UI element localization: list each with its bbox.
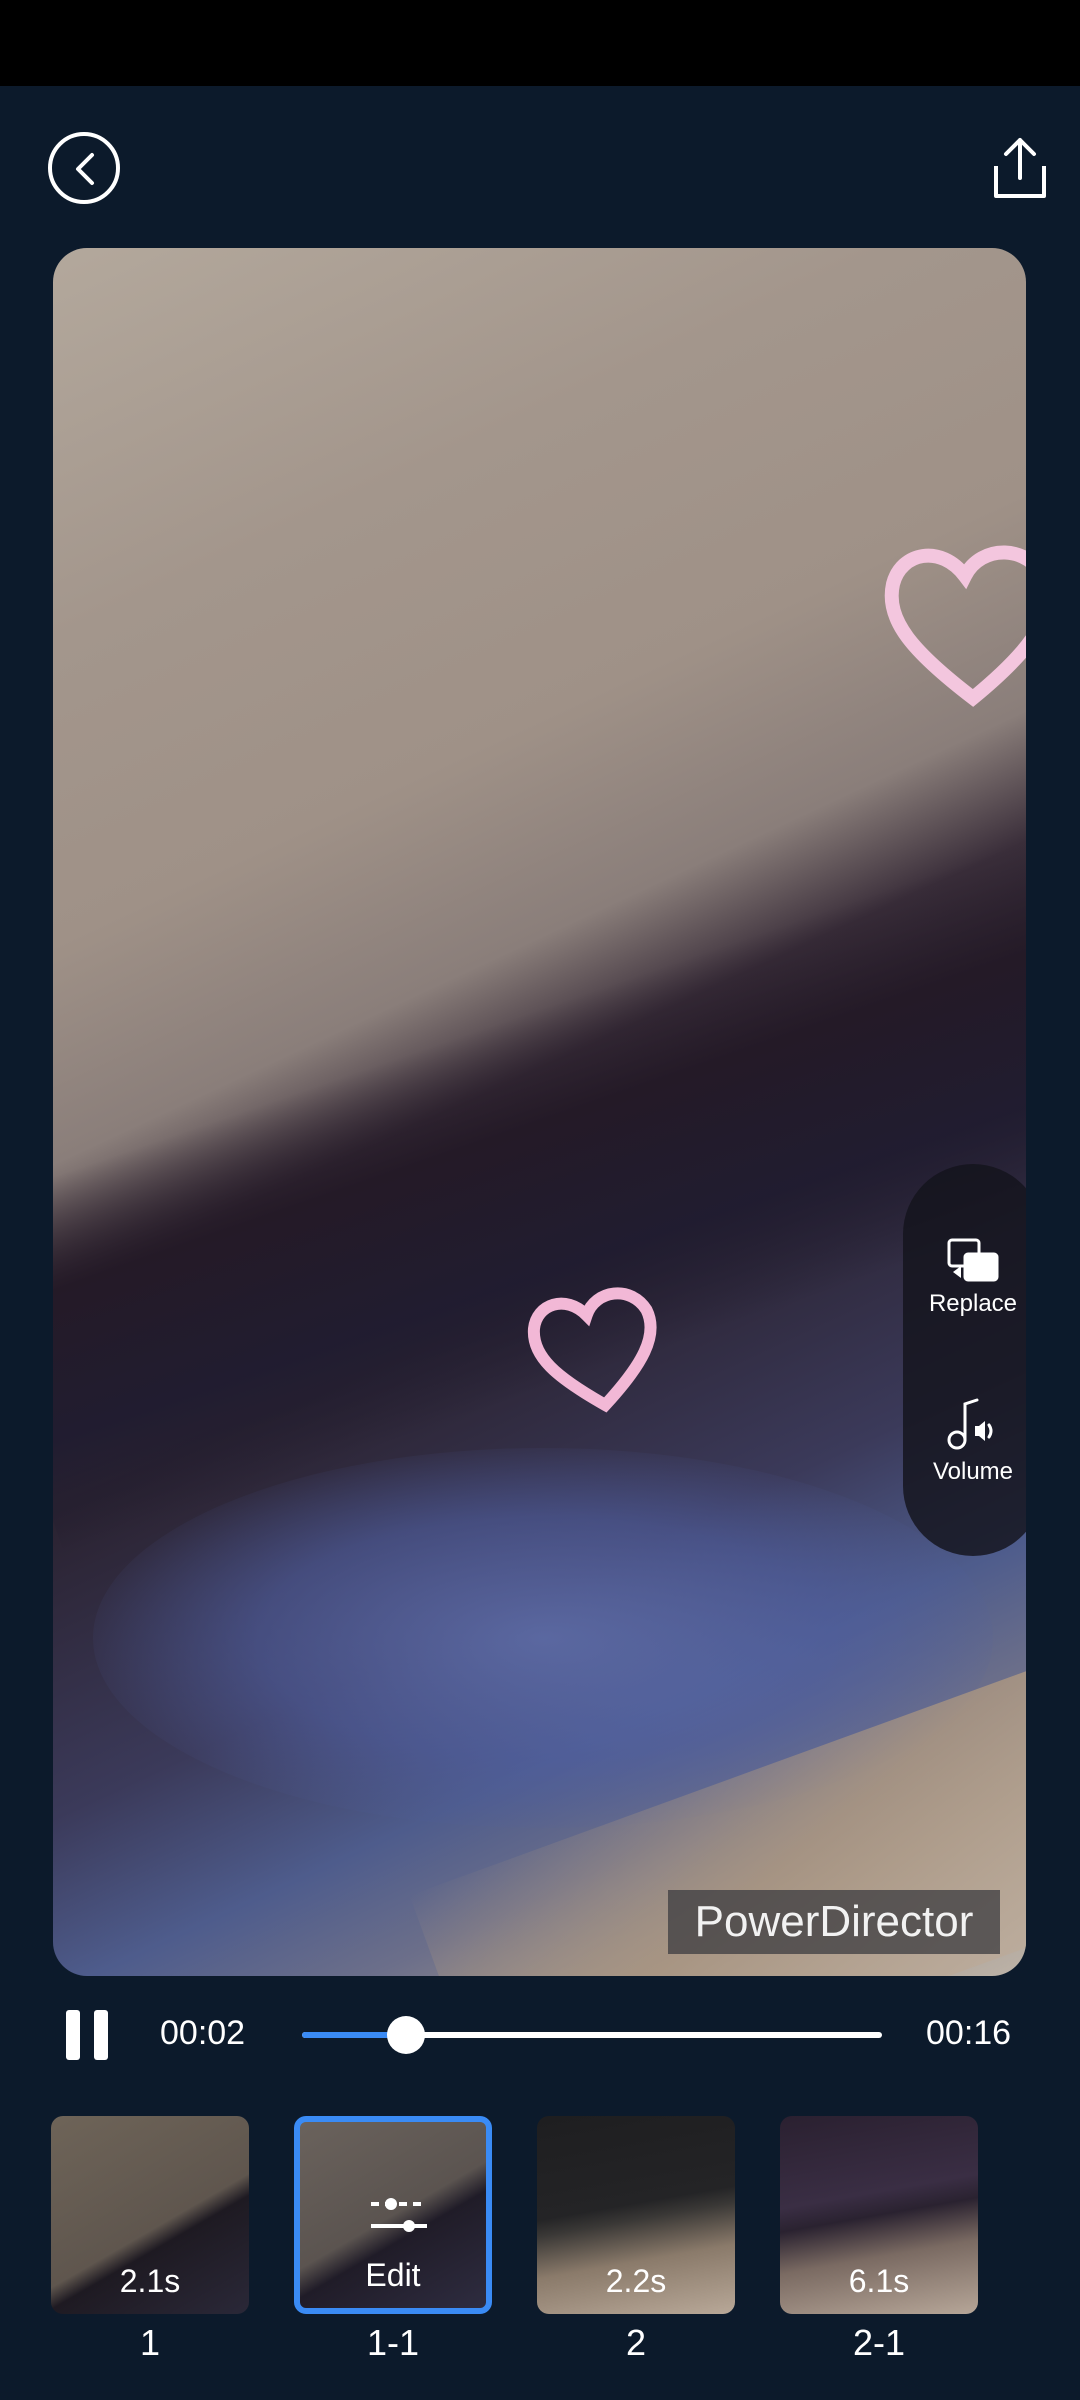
current-time: 00:02 <box>160 2014 246 2052</box>
share-upload-icon <box>994 138 1046 198</box>
clip-label: 2 <box>625 2322 647 2363</box>
preview-eyelid-shape <box>53 822 1026 1554</box>
edit-sliders-icon <box>371 2198 427 2232</box>
clip-label: 1 <box>139 2322 161 2363</box>
back-button[interactable] <box>48 132 120 204</box>
pause-icon-bar <box>94 2010 108 2060</box>
powerdirector-watermark: PowerDirector <box>668 1890 1000 1954</box>
clip-label: 1-1 <box>366 2322 420 2363</box>
pause-icon-bar <box>66 2010 80 2060</box>
clip-action-panel: Replace Volume <box>903 1164 1026 1556</box>
status-bar <box>0 0 1080 86</box>
clip-thumbnail[interactable]: 2.2s <box>537 2116 735 2314</box>
clip-thumbnail[interactable]: Edit <box>294 2116 492 2314</box>
heart-sticker-icon <box>884 545 1026 707</box>
pause-button[interactable] <box>64 2010 108 2060</box>
seek-bar-handle[interactable] <box>387 2016 426 2054</box>
clip-timeline: 2.1s 1 Edit 1-1 2.2s 2 6.1s 2-1 <box>0 2116 1080 2363</box>
top-bar <box>0 86 1080 246</box>
total-time: 00:16 <box>926 2014 1012 2052</box>
heart-sticker-icon <box>527 1287 657 1413</box>
clip-edit-label: Edit <box>365 2257 421 2293</box>
clip-thumbnail[interactable]: 2.1s <box>51 2116 249 2314</box>
share-button[interactable] <box>990 136 1050 200</box>
music-volume-icon <box>947 1398 993 1450</box>
video-preview[interactable]: Replace Volume PowerDirector <box>53 248 1026 1976</box>
volume-label: Volume <box>932 1458 1014 1485</box>
clip-duration: 6.1s <box>848 2263 910 2299</box>
chevron-left-icon <box>76 153 94 185</box>
clip-duration: 2.1s <box>119 2263 181 2299</box>
replace-clip-icon <box>947 1238 999 1282</box>
clip-duration: 2.2s <box>605 2263 667 2299</box>
playback-controls: 00:02 00:16 <box>0 1990 1080 2080</box>
clip-label: 2-1 <box>852 2322 906 2363</box>
seek-bar[interactable] <box>302 2016 882 2054</box>
replace-label: Replace <box>928 1290 1018 1317</box>
clip-thumbnail[interactable]: 6.1s <box>780 2116 978 2314</box>
volume-button[interactable]: Volume <box>903 1396 1026 1486</box>
replace-button[interactable]: Replace <box>903 1236 1026 1318</box>
